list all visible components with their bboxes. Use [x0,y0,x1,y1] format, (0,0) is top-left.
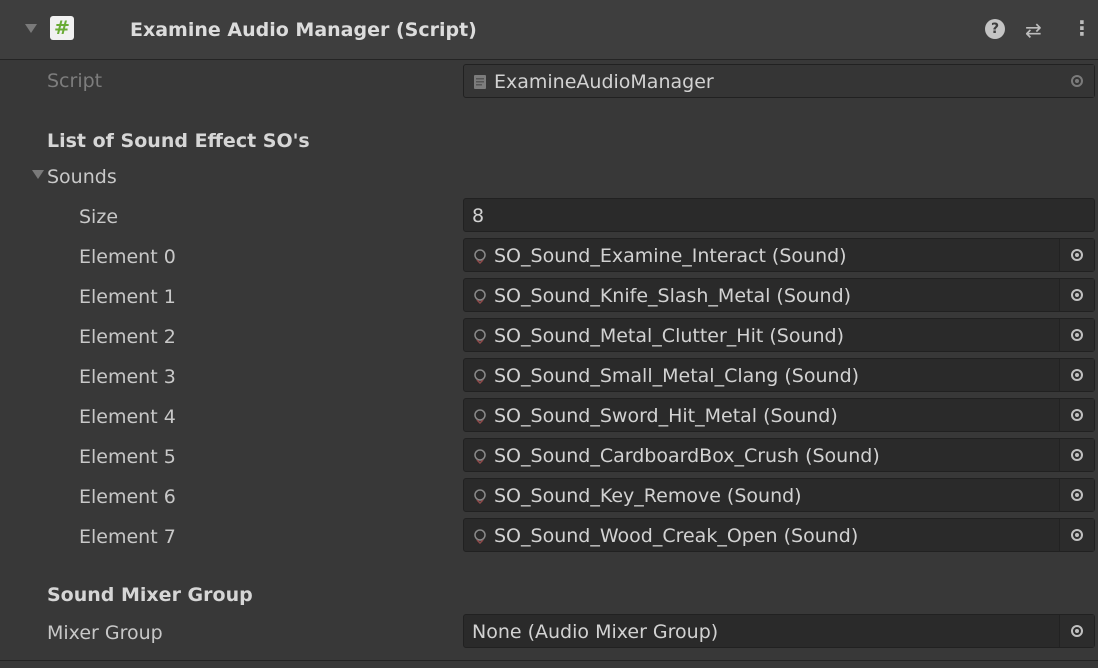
sound-object-field[interactable]: SO_Sound_Sword_Hit_Metal (Sound) [463,398,1095,432]
sound-object-field[interactable]: SO_Sound_Knife_Slash_Metal (Sound) [463,278,1095,312]
element-label: Element 7 [79,526,176,548]
sounds-label[interactable]: Sounds [47,166,117,188]
mixer-group-label: Mixer Group [47,622,163,644]
sound-object-value: SO_Sound_Wood_Creak_Open (Sound) [494,525,859,547]
object-picker-icon[interactable] [1059,279,1094,311]
kebab-menu-icon[interactable]: ⋮ [1072,16,1092,40]
object-picker-icon[interactable] [1059,615,1094,647]
element-label: Element 6 [79,486,176,508]
object-picker-icon[interactable] [1059,519,1094,551]
sound-object-value: SO_Sound_Metal_Clutter_Hit (Sound) [494,325,844,347]
script-field: ExamineAudioManager [463,64,1095,98]
script-hash-icon: # [54,16,70,39]
object-picker-icon[interactable] [1059,239,1094,271]
object-picker-icon [1060,65,1094,97]
sounds-foldout-icon[interactable] [32,170,44,179]
mixer-group-value: None (Audio Mixer Group) [472,621,719,643]
foldout-arrow-icon[interactable] [25,24,37,33]
object-picker-icon[interactable] [1059,439,1094,471]
scriptable-object-icon [474,329,486,344]
sound-object-value: SO_Sound_CardboardBox_Crush (Sound) [494,445,880,467]
element-label: Element 1 [79,286,176,308]
script-value: ExamineAudioManager [494,71,714,93]
scriptable-object-icon [474,249,486,264]
section-header-mixer: Sound Mixer Group [47,584,253,606]
element-label: Element 5 [79,446,176,468]
scriptable-object-icon [474,449,486,464]
component-title: Examine Audio Manager (Script) [130,19,477,41]
object-picker-icon[interactable] [1059,359,1094,391]
object-picker-icon[interactable] [1059,479,1094,511]
sound-object-value: SO_Sound_Knife_Slash_Metal (Sound) [494,285,852,307]
scriptable-object-icon [474,489,486,504]
section-header-sound-effects: List of Sound Effect SO's [47,130,310,152]
presets-icon[interactable]: ⇄ [1025,18,1042,42]
element-label: Element 3 [79,366,176,388]
scriptable-object-icon [474,289,486,304]
object-picker-icon[interactable] [1059,319,1094,351]
element-label: Element 4 [79,406,176,428]
sound-object-field[interactable]: SO_Sound_Metal_Clutter_Hit (Sound) [463,318,1095,352]
mixer-group-field[interactable]: None (Audio Mixer Group) [463,614,1095,648]
size-label: Size [79,206,119,228]
object-picker-icon[interactable] [1059,399,1094,431]
sound-object-value: SO_Sound_Sword_Hit_Metal (Sound) [494,405,838,427]
scriptable-object-icon [474,409,486,424]
sound-object-field[interactable]: SO_Sound_Small_Metal_Clang (Sound) [463,358,1095,392]
sound-object-field[interactable]: SO_Sound_Examine_Interact (Sound) [463,238,1095,272]
sound-object-field[interactable]: SO_Sound_Key_Remove (Sound) [463,478,1095,512]
sound-object-value: SO_Sound_Small_Metal_Clang (Sound) [494,365,860,387]
scriptable-object-icon [474,369,486,384]
sound-object-value: SO_Sound_Examine_Interact (Sound) [494,245,847,267]
component-header[interactable]: # Examine Audio Manager (Script) ? ⇄ ⋮ [0,0,1098,60]
sound-object-value: SO_Sound_Key_Remove (Sound) [494,485,802,507]
help-icon[interactable]: ? [985,19,1005,39]
element-label: Element 0 [79,246,176,268]
size-input[interactable]: 8 [463,198,1095,232]
sound-object-field[interactable]: SO_Sound_Wood_Creak_Open (Sound) [463,518,1095,552]
script-enabled-checkbox[interactable]: # [50,16,74,40]
element-label: Element 2 [79,326,176,348]
sound-object-field[interactable]: SO_Sound_CardboardBox_Crush (Sound) [463,438,1095,472]
scriptable-object-icon [474,529,486,544]
script-file-icon [474,75,486,89]
size-value: 8 [472,205,485,227]
script-label: Script [47,70,103,92]
divider [0,660,1098,661]
